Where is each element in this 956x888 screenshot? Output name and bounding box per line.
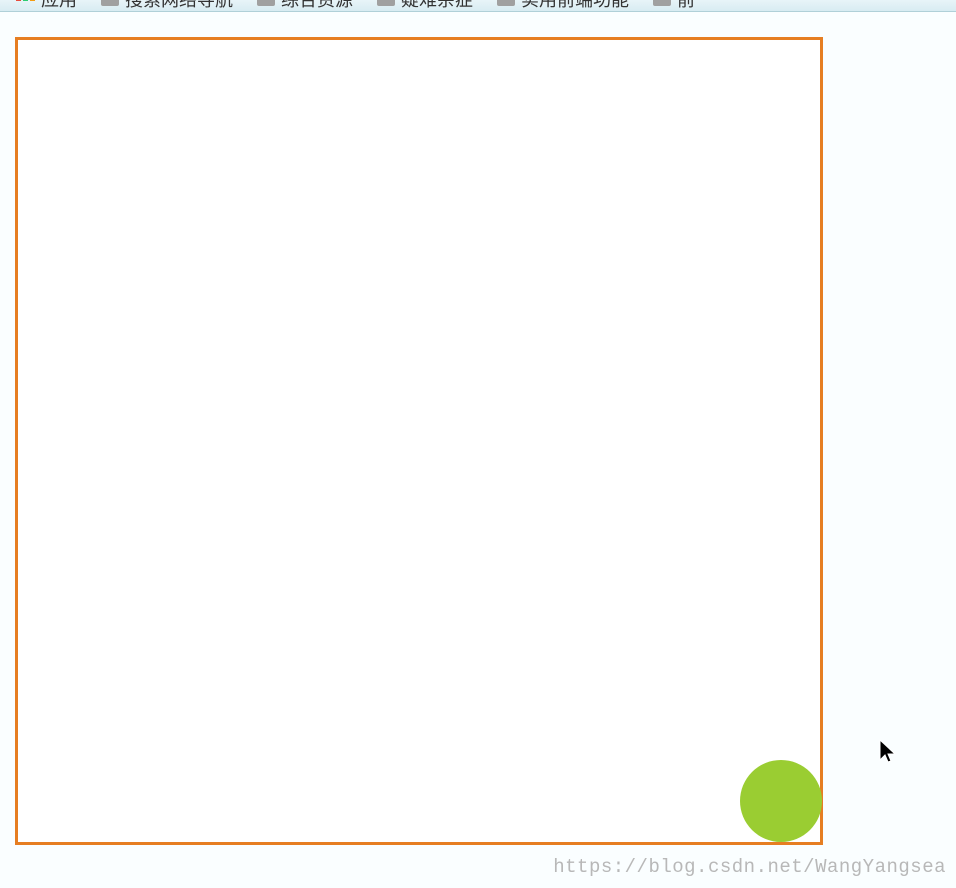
folder-icon	[653, 0, 671, 6]
bookmark-folder-search[interactable]: 搜索网络导航	[101, 0, 233, 12]
folder-icon	[377, 0, 395, 6]
bookmark-label: 综合资源	[281, 0, 353, 12]
canvas-container[interactable]	[15, 37, 823, 845]
bookmark-folder-frontend[interactable]: 实用前端功能	[497, 0, 629, 12]
folder-icon	[257, 0, 275, 6]
bookmark-folder-issues[interactable]: 疑难杂症	[377, 0, 473, 12]
apps-icon	[16, 0, 35, 1]
ball-element[interactable]	[740, 760, 822, 842]
bookmark-label: 前	[677, 0, 695, 12]
bookmark-apps[interactable]: 应用	[16, 0, 77, 12]
bookmark-bar: 应用 搜索网络导航 综合资源 疑难杂症 实用前端功能 前	[0, 0, 956, 12]
folder-icon	[497, 0, 515, 6]
bookmark-label: 应用	[41, 0, 77, 12]
bookmark-label: 疑难杂症	[401, 0, 473, 12]
bookmark-folder-partial[interactable]: 前	[653, 0, 695, 12]
watermark-text: https://blog.csdn.net/WangYangsea	[553, 856, 946, 878]
bookmark-label: 实用前端功能	[521, 0, 629, 12]
bookmark-folder-resources[interactable]: 综合资源	[257, 0, 353, 12]
content-area	[0, 12, 956, 845]
folder-icon	[101, 0, 119, 6]
bookmark-label: 搜索网络导航	[125, 0, 233, 12]
